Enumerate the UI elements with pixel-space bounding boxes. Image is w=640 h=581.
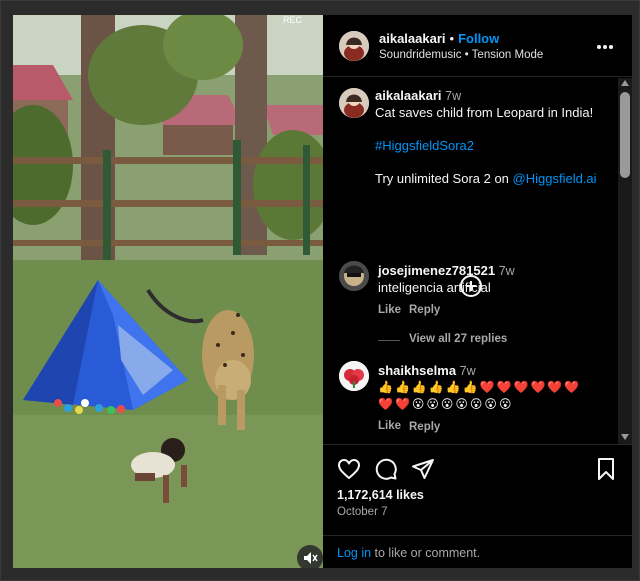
audio-info[interactable]: Soundridemusic • Tension Mode — [379, 49, 543, 61]
instagram-post-window: REC aikalaakari • Follow Soundridemusic … — [0, 0, 640, 581]
view-replies-button[interactable]: View all 27 replies — [409, 333, 507, 345]
caption-avatar[interactable] — [339, 88, 369, 118]
follow-button[interactable]: Follow — [458, 31, 499, 46]
comment-avatar[interactable] — [339, 361, 369, 391]
author-avatar[interactable] — [339, 31, 369, 61]
scrollbar-thumb[interactable] — [620, 92, 630, 178]
caption-time: 7w — [445, 89, 462, 103]
video-frame-illustration: REC — [13, 15, 323, 568]
video-watermark: REC — [283, 15, 303, 25]
login-link[interactable]: Log in — [337, 546, 371, 560]
comment-username[interactable]: shaikhselma — [378, 363, 456, 378]
comments-scrollbar[interactable] — [618, 78, 632, 444]
replies-divider — [378, 340, 400, 341]
caption-hashtag[interactable]: #HiggsfieldSora2 — [375, 137, 474, 154]
login-prompt: Log in to like or comment. — [323, 535, 632, 569]
scroll-down-arrow-icon[interactable] — [621, 434, 629, 440]
comment-icon[interactable] — [374, 457, 398, 481]
mute-button[interactable] — [297, 545, 323, 568]
comment-like-button[interactable]: Like — [378, 420, 401, 432]
post-video[interactable]: REC — [13, 15, 323, 568]
send-icon[interactable] — [411, 457, 435, 481]
heart-icon[interactable] — [337, 457, 361, 481]
scroll-up-arrow-icon[interactable] — [621, 80, 629, 86]
post-date: October 7 — [337, 506, 388, 518]
comment-time: 7w — [459, 364, 476, 378]
caption-try-line: Try unlimited Sora 2 on @Higgsfield.ai — [375, 170, 597, 187]
comment-meta: josejimenez781521 7w — [378, 262, 515, 280]
post-actions: 1,172,614 likes October 7 Log in to like… — [323, 444, 632, 568]
caption-text: Cat saves child from Leopard in India! — [375, 105, 594, 120]
speaker-muted-icon — [304, 552, 318, 564]
caption-try-text: Try unlimited Sora 2 on — [375, 171, 513, 186]
caption-username[interactable]: aikalaakari — [375, 88, 442, 103]
comment-text: ❤️❤️😮😮😮😮😮😮😮 — [378, 397, 514, 411]
comment-time: 7w — [498, 264, 515, 278]
post-header: aikalaakari • Follow Soundridemusic • Tens… — [323, 15, 632, 77]
comment-like-button[interactable]: Like — [378, 304, 401, 316]
post-details-panel: aikalaakari • Follow Soundridemusic • Tens… — [323, 15, 632, 568]
author-username[interactable]: aikalaakari — [379, 31, 446, 46]
comment-text: inteligencia artificial — [378, 280, 491, 295]
comment-reply-button[interactable]: Reply — [409, 421, 440, 433]
separator-dot: • — [449, 31, 455, 46]
comment-username[interactable]: josejimenez781521 — [378, 263, 495, 278]
login-prompt-text: to like or comment. — [371, 546, 481, 560]
comment-text: 👍👍👍👍👍👍❤️❤️❤️❤️❤️❤️ — [378, 380, 582, 394]
comment-avatar[interactable] — [339, 261, 369, 291]
likes-count[interactable]: 1,172,614 likes — [337, 488, 424, 502]
bookmark-icon[interactable] — [594, 457, 618, 481]
comments-list[interactable]: aikalaakari 7w Cat saves child from Leop… — [323, 78, 618, 444]
comment-meta: shaikhselma 7w — [378, 362, 476, 380]
more-horizontal-icon[interactable] — [595, 37, 615, 57]
caption-mention[interactable]: @Higgsfield.ai — [513, 171, 597, 186]
comment-reply-button[interactable]: Reply — [409, 304, 440, 316]
caption-meta: aikalaakari 7w — [375, 87, 461, 105]
